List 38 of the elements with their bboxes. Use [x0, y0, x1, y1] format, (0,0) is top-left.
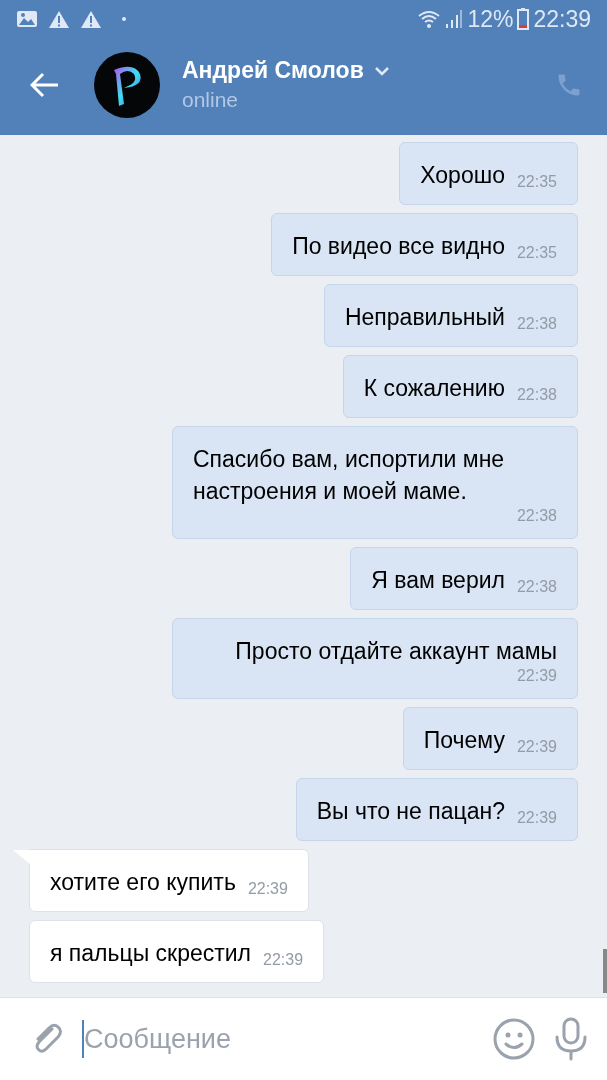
- warning-icon: [80, 9, 102, 29]
- online-status: online: [182, 88, 240, 112]
- message-time: 22:38: [516, 578, 557, 596]
- contact-name[interactable]: Андрей Смолов: [182, 57, 364, 84]
- message-text: Просто отдайте аккаунт мамы: [235, 637, 557, 666]
- message-text: Вы что не пацан?: [316, 797, 505, 826]
- chevron-down-icon[interactable]: [373, 65, 390, 76]
- signal-icon: [445, 9, 464, 29]
- message-time: 22:35: [516, 244, 557, 262]
- message-time: 22:39: [516, 667, 557, 685]
- message-time: 22:38: [516, 386, 557, 404]
- message-time: 22:39: [263, 951, 304, 969]
- message-time: 22:38: [516, 315, 557, 333]
- message-text: хотите его купить: [50, 868, 236, 897]
- message-text: Хорошо: [420, 161, 505, 190]
- message-text: Неправильный: [344, 303, 505, 332]
- message-text: я пальцы скрестил: [50, 939, 252, 968]
- message-time: 22:35: [516, 173, 557, 191]
- avatar[interactable]: [94, 51, 160, 118]
- scrollbar[interactable]: [603, 949, 607, 993]
- message-time: 22:39: [247, 880, 288, 898]
- message-time: 22:39: [516, 738, 557, 756]
- message-text: Почему: [423, 726, 505, 755]
- message-text: К сожалению: [363, 374, 505, 403]
- message-text: По видео все видно: [292, 232, 505, 261]
- warning-icon: [48, 9, 70, 29]
- image-icon: [16, 10, 38, 28]
- microphone-icon[interactable]: [553, 1017, 589, 1061]
- battery-icon: [517, 8, 530, 30]
- dot-icon: [122, 17, 126, 21]
- message-text: Я вам верил: [371, 566, 505, 595]
- message-time: 22:39: [516, 809, 557, 827]
- battery-percent: 12%: [467, 5, 514, 33]
- message-time: 22:38: [516, 507, 557, 525]
- message-text: Спасибо вам, испортили мне настроения и моей маме.: [193, 445, 506, 506]
- clock: 22:39: [533, 5, 591, 33]
- wifi-icon: [417, 9, 442, 29]
- smiley-icon[interactable]: [493, 1018, 535, 1060]
